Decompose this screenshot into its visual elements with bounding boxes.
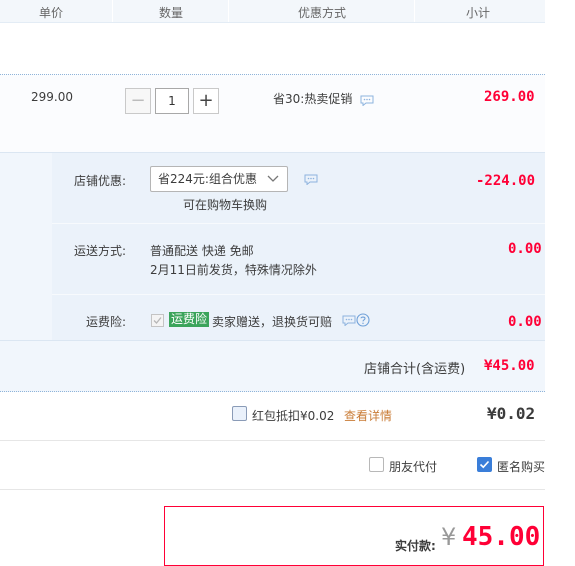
shipping-note: 2月11日前发货，特殊情况除外	[150, 263, 317, 277]
chat-icon[interactable]	[304, 174, 318, 185]
friend-pay-checkbox[interactable]	[369, 457, 384, 472]
product-row: 299.00 − 1 + 省30:热卖促销 269.00	[0, 74, 545, 153]
header-divider	[228, 0, 229, 22]
shipping-row	[52, 224, 545, 294]
currency-symbol: ¥	[441, 523, 457, 551]
header-divider	[414, 0, 415, 22]
payment-total-box: 实付款: ¥ 45.00	[164, 506, 544, 566]
checkbox-checked-icon	[479, 460, 490, 469]
unit-price: 299.00	[31, 90, 73, 104]
store-discount-select[interactable]: 省224元:组合优惠	[150, 166, 288, 192]
quantity-input[interactable]: 1	[155, 88, 189, 114]
product-subtotal: 269.00	[484, 89, 535, 105]
insurance-label: 运费险:	[86, 315, 127, 329]
red-packet-label: 红包抵扣¥0.02	[252, 409, 335, 423]
shipping-amount: 0.00	[508, 241, 542, 257]
store-discount-hint: 可在购物车换购	[183, 198, 268, 212]
chat-icon[interactable]	[360, 95, 374, 106]
header-unit-price: 单价	[39, 6, 64, 20]
red-packet-amount: ¥0.02	[487, 404, 536, 423]
insurance-badge: 运费险	[169, 312, 210, 327]
insurance-text: 卖家赠送，退换货可赔	[212, 315, 333, 329]
payment-amount: 45.00	[462, 522, 541, 552]
promo-label: 省30:热卖促销	[273, 92, 353, 106]
store-total-amount: ¥45.00	[484, 358, 535, 374]
friend-pay-label: 朋友代付	[389, 460, 438, 474]
anonymous-label: 匿名购买	[497, 460, 546, 474]
store-discount-label: 店铺优惠:	[74, 174, 127, 188]
chat-icon[interactable]	[342, 315, 356, 326]
store-discount-selected: 省224元:组合优惠	[158, 172, 257, 186]
quantity-increase-button[interactable]: +	[193, 88, 219, 114]
header-quantity: 数量	[159, 6, 184, 20]
anonymous-checkbox[interactable]	[477, 457, 492, 472]
shipping-label: 运送方式:	[74, 244, 127, 258]
table-header: 单价 数量 优惠方式 小计	[0, 0, 545, 23]
red-packet-checkbox[interactable]	[232, 406, 247, 421]
header-discount: 优惠方式	[298, 6, 347, 20]
header-subtotal: 小计	[466, 6, 491, 20]
store-discount-amount: -224.00	[476, 173, 536, 189]
insurance-checkbox	[151, 314, 164, 327]
shipping-method: 普通配送 快递 免邮	[150, 244, 254, 258]
chevron-down-icon	[267, 175, 279, 182]
insurance-badge-wrap: 运费险	[169, 312, 210, 327]
store-summary-block: 店铺优惠: 省224元:组合优惠 可在购物车换购 -224.00 运送方式: 普…	[0, 152, 545, 392]
header-divider	[112, 0, 113, 22]
checkmark-icon	[153, 317, 162, 324]
insurance-amount: 0.00	[508, 314, 542, 330]
payment-label: 实付款:	[395, 539, 436, 553]
row-divider	[0, 340, 545, 341]
red-packet-row: 红包抵扣¥0.02 查看详情 ¥0.02	[0, 391, 545, 441]
store-total-label: 店铺合计(含运费)	[364, 362, 466, 377]
question-icon[interactable]	[356, 313, 370, 327]
quantity-decrease-button[interactable]: −	[125, 88, 151, 114]
red-packet-details-link[interactable]: 查看详情	[344, 407, 392, 424]
payment-options-row: 朋友代付 匿名购买	[0, 441, 545, 490]
